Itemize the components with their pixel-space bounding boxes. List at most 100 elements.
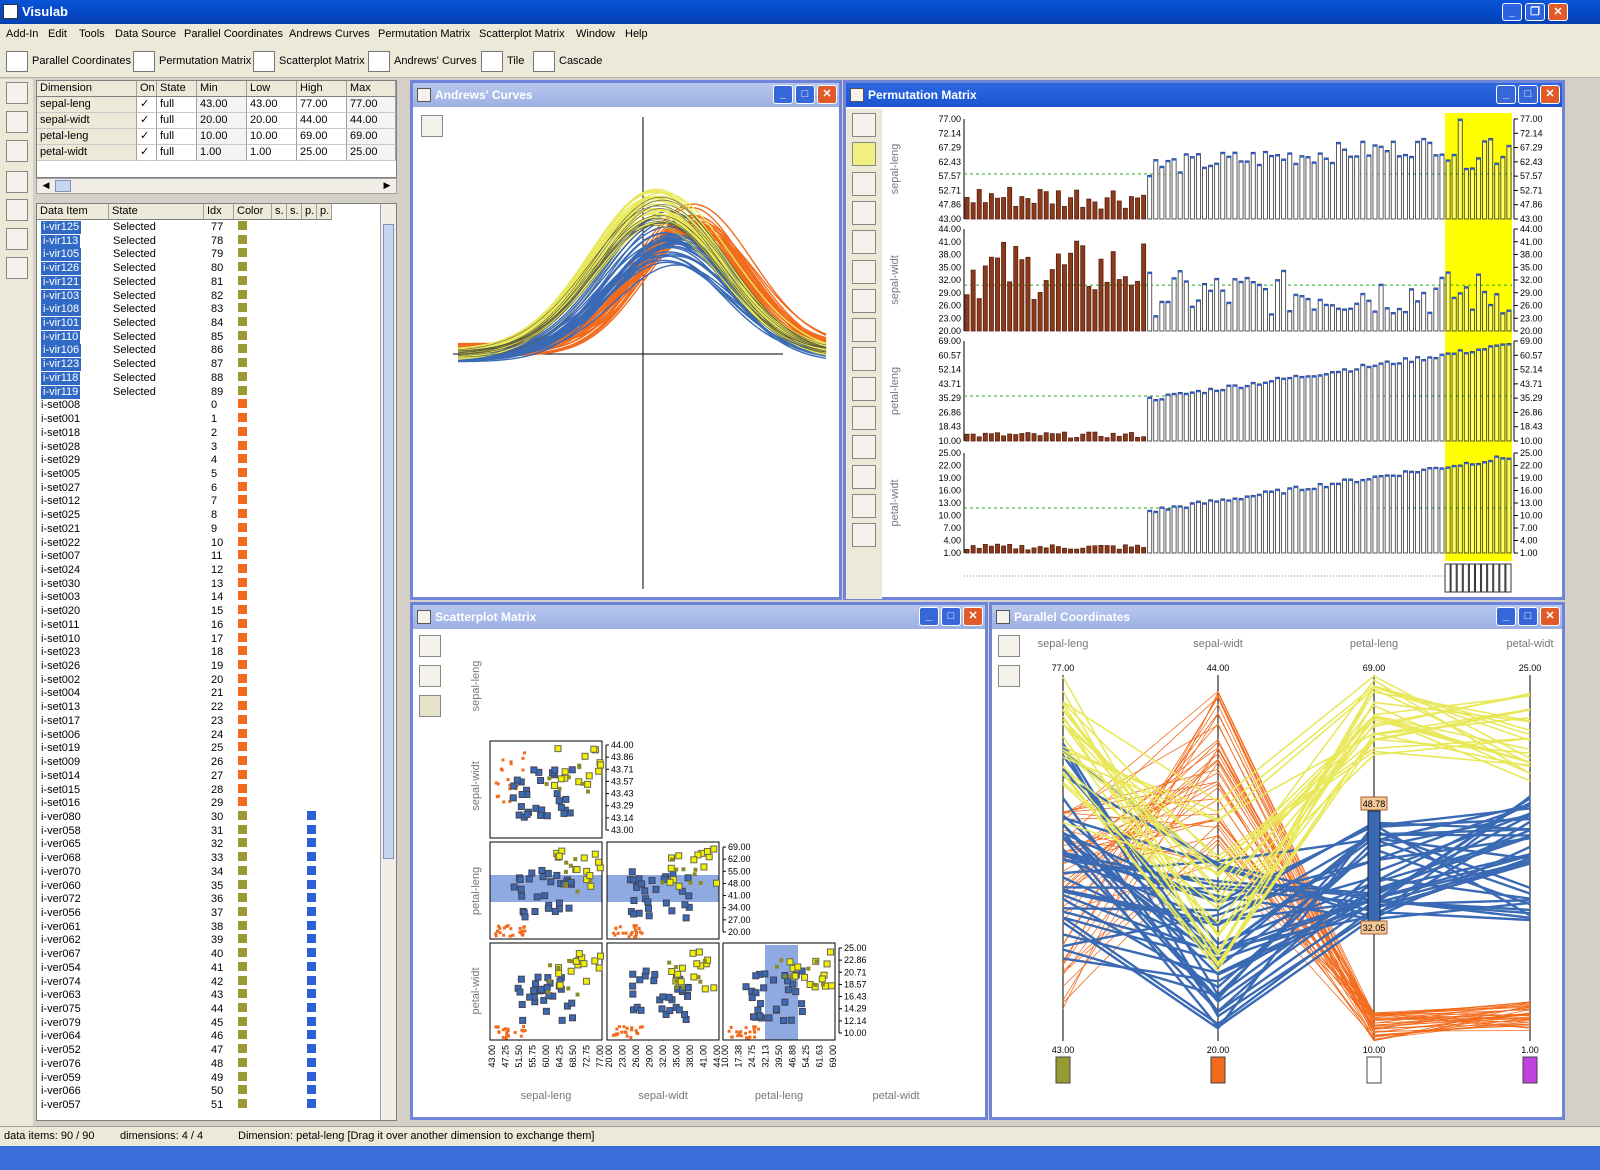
minimize-icon[interactable]: _ [1496,607,1516,626]
minimize-button[interactable]: _ [1502,3,1522,21]
data-row[interactable]: i-set013 22 [37,701,382,715]
data-row[interactable]: i-ver080 30 [37,810,382,825]
data-row[interactable]: i-ver066 50 [37,1085,382,1099]
data-row[interactable]: i-set014 27 [37,769,382,784]
data-row[interactable]: i-set026 19 [37,660,382,674]
menu-add-in[interactable]: Add-In [6,28,38,40]
data-row[interactable]: i-vir121 Selected 81 [37,275,382,290]
point-size-large-icon[interactable] [419,695,441,717]
fit-icon[interactable] [852,347,876,372]
dimension-cell-low[interactable]: 1.00 [247,145,297,161]
scroll-right-icon[interactable]: ▶ [380,180,394,192]
refresh-icon[interactable] [6,228,28,250]
close-icon[interactable]: ✕ [817,85,837,104]
color-swatch[interactable] [238,934,247,944]
parallel-window-titlebar[interactable]: Parallel Coordinates _ □ ✕ [992,605,1562,629]
menu-data-source[interactable]: Data Source [115,28,176,40]
minimize-icon[interactable]: _ [1496,85,1516,104]
bar-chart-icon[interactable] [852,171,876,196]
data-row[interactable]: i-set004 21 [37,687,382,701]
data-row[interactable]: i-ver054 41 [37,961,382,976]
dimension-cell-on[interactable]: ✓ [137,145,157,161]
color-swatch[interactable] [238,536,247,546]
color-swatch[interactable] [238,756,247,766]
data-row[interactable]: i-set022 10 [37,536,382,551]
color-swatch[interactable] [238,618,247,628]
row-bars-icon[interactable] [852,493,876,518]
dimension-cell-high[interactable]: 25.00 [297,145,347,161]
menu-tools[interactable]: Tools [79,28,105,40]
point-size-small-icon[interactable] [419,635,441,657]
axis-order-icon[interactable] [998,635,1020,657]
color-swatch[interactable] [238,399,247,409]
data-row[interactable]: i-set018 2 [37,426,382,441]
data-row[interactable]: i-vir125 Selected 77 [37,221,382,235]
close-icon[interactable]: ✕ [963,607,983,626]
scatter-window-titlebar[interactable]: Scatterplot Matrix _ □ ✕ [413,605,985,629]
minimize-icon[interactable]: _ [773,85,793,104]
dimension-cell-low[interactable]: 43.00 [247,97,297,113]
color-swatch[interactable] [238,358,247,368]
color-swatch[interactable] [238,907,247,916]
data-row[interactable]: i-ver061 38 [37,920,382,935]
color-swatch[interactable] [238,426,247,436]
color-swatch[interactable] [238,234,247,244]
data-row[interactable]: i-set030 13 [37,577,382,592]
color-swatch[interactable] [238,248,247,258]
dimension-table-hscroll[interactable]: ◀ ▶ [36,178,397,194]
header-max[interactable]: Max [347,81,396,97]
header-dimension[interactable]: Dimension [37,81,137,97]
color-swatch[interactable] [238,1016,247,1026]
color-swatch[interactable] [238,371,247,381]
color-swatch[interactable] [238,221,247,230]
color-swatch[interactable] [238,317,247,327]
data-row[interactable]: i-set029 4 [37,454,382,468]
color-swatch[interactable] [238,344,247,354]
color-swatch[interactable] [238,728,247,738]
dimension-cell-low[interactable]: 10.00 [247,129,297,145]
color-swatch[interactable] [238,660,247,670]
color-swatch[interactable] [238,1071,247,1081]
data-row[interactable]: i-ver079 45 [37,1016,382,1031]
data-row[interactable]: i-vir105 Selected 79 [37,248,382,262]
select-tool-icon[interactable] [6,82,28,104]
header-state[interactable]: State [109,204,204,220]
color-swatch[interactable] [238,591,247,601]
color-swatch[interactable] [238,865,247,875]
dimension-row[interactable]: petal-widt ✓ full 1.00 1.00 25.00 25.00 [37,145,396,161]
color-swatch[interactable] [238,783,247,793]
color-swatch[interactable] [238,673,247,683]
color-swatch[interactable] [238,989,247,999]
color-swatch[interactable] [238,838,247,848]
color-swatch[interactable] [238,852,247,862]
sort-desc-icon[interactable] [852,318,876,343]
color-swatch[interactable] [238,605,247,615]
tile-button[interactable]: Tile [479,49,524,74]
dimension-row[interactable]: petal-leng ✓ full 10.00 10.00 69.00 69.00 [37,129,396,145]
data-row[interactable]: i-set011 16 [37,618,382,633]
color-swatch[interactable] [238,262,247,272]
maximize-icon[interactable]: □ [1518,85,1538,104]
data-row[interactable]: i-ver052 47 [37,1044,382,1058]
color-swatch[interactable] [238,714,247,724]
maximize-icon[interactable]: □ [941,607,961,626]
color-swatch[interactable] [238,1030,247,1040]
color-swatch[interactable] [238,920,247,930]
line-mode-icon[interactable] [998,665,1020,687]
dimension-row[interactable]: sepal-leng ✓ full 43.00 43.00 77.00 77.00 [37,97,396,113]
data-row[interactable]: i-set025 8 [37,509,382,523]
dimension-cell-low[interactable]: 20.00 [247,113,297,129]
header-color[interactable]: Color [234,204,272,220]
data-row[interactable]: i-set023 18 [37,646,382,660]
brush-tool-icon[interactable] [6,111,28,133]
dimension-row[interactable]: sepal-widt ✓ full 20.00 20.00 44.00 44.00 [37,113,396,129]
data-row[interactable]: i-set002 20 [37,673,382,688]
color-swatch[interactable] [238,440,247,450]
data-row[interactable]: i-vir110 Selected 85 [37,330,382,345]
menu-help[interactable]: Help [625,28,648,40]
color-swatch[interactable] [238,810,247,820]
color-swatch[interactable] [238,701,247,711]
sort-by-dim-icon[interactable] [852,113,876,137]
bars-icon[interactable] [852,406,876,430]
andrews-curves-button[interactable]: Andrews' Curves [366,49,477,74]
